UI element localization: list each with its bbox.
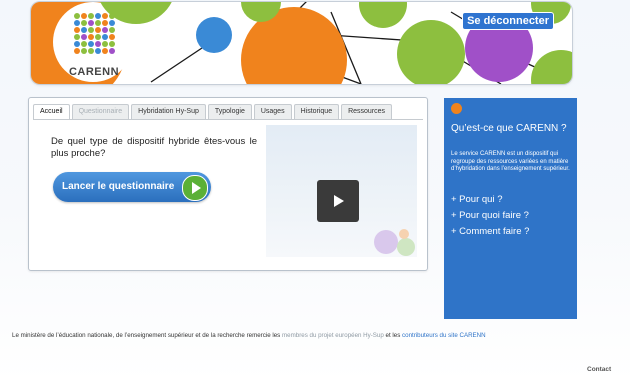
play-icon — [334, 195, 344, 207]
tab-ressources[interactable]: Ressources — [341, 104, 393, 119]
info-panel: Qu’est-ce que CARENN ? Le service CARENN… — [444, 98, 577, 319]
logo-text: CARENN — [68, 66, 120, 78]
main-content: Accueil Questionnaire Hybridation Hy-Sup… — [28, 97, 428, 271]
tab-usages[interactable]: Usages — [253, 104, 292, 119]
header-banner: CARENN Se déconnecter — [31, 2, 572, 84]
link-comment-faire[interactable]: + Comment faire ? — [451, 226, 529, 237]
link-pour-qui[interactable]: + Pour qui ? — [451, 194, 503, 205]
footer-credits: Le ministère de l’éducation nationale, d… — [12, 332, 486, 339]
tab-bar: Accueil Questionnaire Hybridation Hy-Sup… — [33, 104, 393, 120]
tab-hybridation[interactable]: Hybridation Hy-Sup — [131, 104, 206, 119]
footer-text-before: Le ministère de l’éducation nationale, d… — [12, 332, 282, 339]
start-questionnaire-label: Lancer le questionnaire — [62, 181, 175, 192]
link-pour-quoi-faire[interactable]: + Pour quoi faire ? — [451, 210, 529, 221]
link-carenn-contributors[interactable]: contributeurs du site CARENN — [402, 332, 486, 339]
question-text: De quel type de dispositif hybride êtes-… — [51, 136, 257, 159]
play-arrow-icon — [182, 175, 208, 201]
video-play-button[interactable] — [317, 180, 359, 222]
logout-button[interactable]: Se déconnecter — [462, 12, 554, 30]
info-title: Qu’est-ce que CARENN ? — [451, 123, 567, 134]
tab-divider — [33, 119, 423, 120]
tab-typologie[interactable]: Typologie — [207, 104, 252, 119]
info-description: Le service CARENN est un dispositif qui … — [451, 151, 570, 172]
start-questionnaire-button[interactable]: Lancer le questionnaire — [53, 172, 211, 202]
footer-text-middle: et les — [383, 332, 403, 339]
video-player[interactable] — [266, 125, 417, 257]
tab-questionnaire[interactable]: Questionnaire — [71, 104, 130, 119]
orange-dot-icon — [451, 103, 462, 114]
tab-accueil[interactable]: Accueil — [33, 104, 70, 120]
link-hy-sup-members[interactable]: membres du projet européen Hy-Sup — [282, 332, 384, 339]
contact-link[interactable]: Contact — [587, 366, 611, 373]
tab-historique[interactable]: Historique — [293, 104, 340, 119]
